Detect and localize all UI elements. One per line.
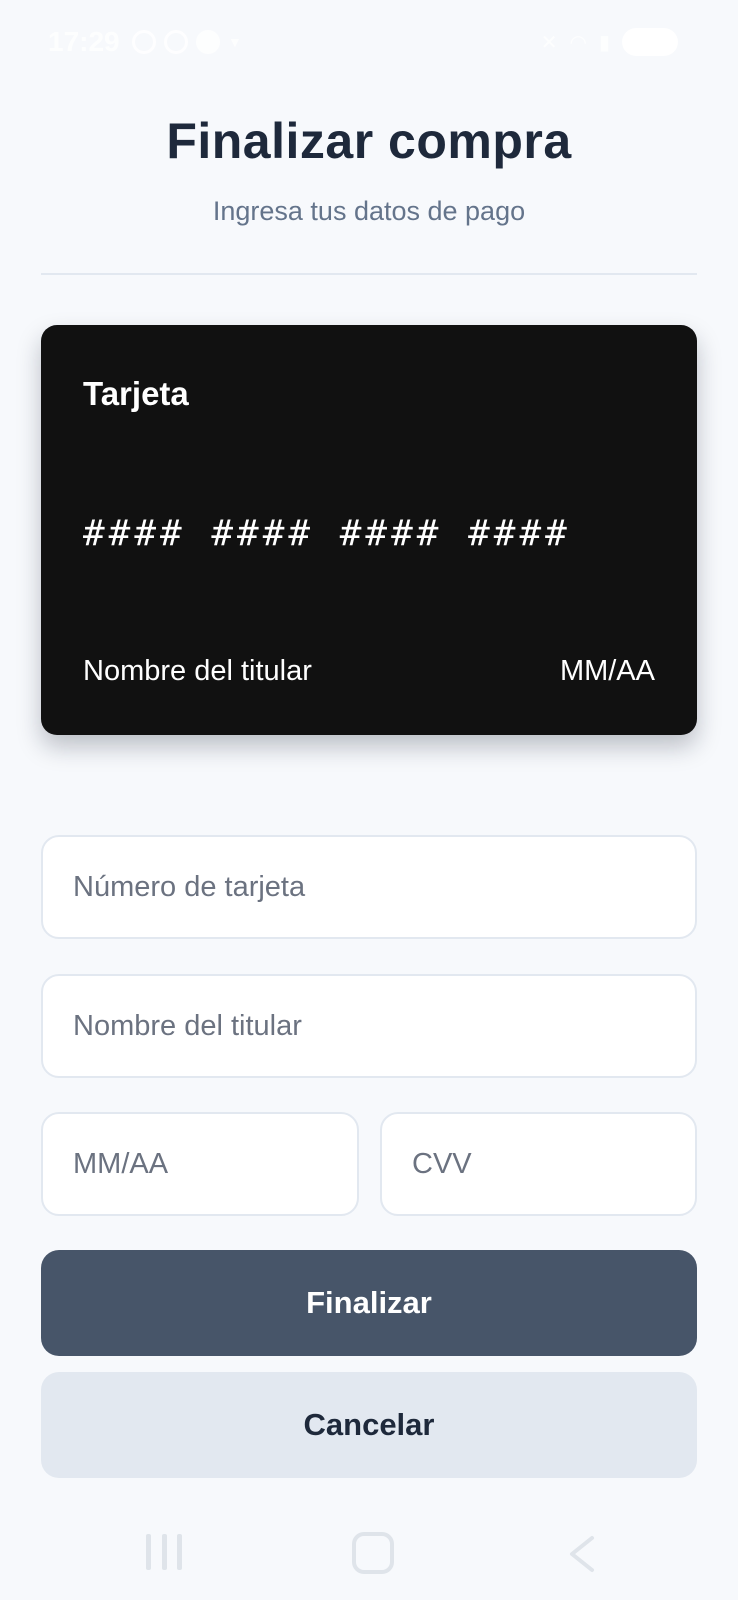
status-bar: 17:29 ▼ ✕ ◠ ▮ (0, 0, 738, 88)
signal-icon: ▮ (598, 31, 610, 54)
mute-icon: ✕ (540, 31, 558, 54)
cancel-button[interactable]: Cancelar (41, 1372, 697, 1478)
page-title: Finalizar compra (166, 113, 572, 169)
card-number-preview: #### #### #### #### (83, 513, 571, 554)
wifi-icon: ◠ (569, 31, 587, 54)
notification-icon (196, 30, 220, 54)
notification-icon (164, 30, 188, 54)
battery-icon (622, 28, 678, 56)
page-subtitle: Ingresa tus datos de pago (212, 196, 526, 226)
system-navigation-bar (0, 1510, 738, 1600)
recent-apps-icon[interactable] (146, 1534, 182, 1570)
header-divider (41, 273, 697, 275)
notification-icon (132, 30, 156, 54)
status-notification-icons: ▼ (132, 30, 242, 54)
expiry-input[interactable] (41, 1112, 359, 1216)
card-expiry-preview: MM/AA (559, 655, 655, 687)
page-header: Finalizar compra Ingresa tus datos de pa… (0, 112, 738, 227)
card-holder-preview: Nombre del titular (83, 655, 312, 687)
status-system-icons: ✕ ◠ ▮ (541, 28, 678, 56)
finalize-button[interactable]: Finalizar (41, 1250, 697, 1356)
home-icon[interactable] (352, 1532, 394, 1574)
card-number-input[interactable] (41, 835, 697, 939)
chevron-down-icon: ▼ (228, 34, 242, 50)
status-time: 17:29 (48, 26, 120, 57)
card-holder-input[interactable] (41, 974, 697, 1078)
card-preview: Tarjeta #### #### #### #### Nombre del t… (41, 325, 697, 735)
card-label: Tarjeta (83, 375, 189, 412)
back-icon[interactable] (566, 1534, 596, 1574)
cvv-input[interactable] (380, 1112, 697, 1216)
